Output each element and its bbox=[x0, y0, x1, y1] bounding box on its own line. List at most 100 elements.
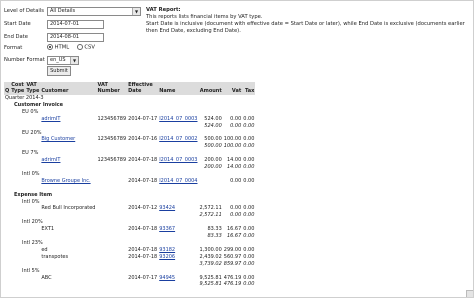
vat-cell: 16.67 bbox=[226, 226, 242, 233]
table-row: transpotes 2014-07-18 93206 2,439.02 560.97 0… bbox=[4, 254, 255, 261]
amount-cell: 500.00 bbox=[204, 136, 222, 143]
empty-cell bbox=[158, 212, 198, 219]
tax-cell: 0.00 bbox=[243, 177, 255, 184]
cost-type-cell bbox=[10, 254, 25, 261]
table-row: Intl 23% bbox=[4, 240, 255, 247]
column-header: Cost Type bbox=[10, 82, 26, 95]
empty-cell bbox=[158, 143, 198, 150]
format-label: Format bbox=[4, 45, 23, 51]
document-link[interactable]: 93424 bbox=[158, 205, 198, 212]
column-header: VAT Type bbox=[25, 82, 41, 95]
level-of-details-label: Level of Details bbox=[4, 8, 44, 14]
table-row: Quarter 2014-3 bbox=[4, 95, 255, 102]
subtotal-amount: 500.00 bbox=[204, 143, 222, 150]
customer-cell[interactable]: Big Customer bbox=[40, 136, 96, 143]
format-csv-label: CSV bbox=[84, 44, 95, 51]
empty-cell bbox=[127, 164, 158, 171]
tax-cell: 0.00 bbox=[243, 253, 255, 260]
vat-report-table: Q Cost Type VAT Type Customer VAT Number Effe… bbox=[4, 82, 256, 288]
tax-cell: 0.00 bbox=[243, 246, 255, 253]
start-date-input[interactable]: 2014-07-01 bbox=[47, 20, 104, 29]
document-link[interactable]: 93367 bbox=[158, 226, 198, 233]
empty-cell bbox=[25, 143, 40, 150]
table-row: Intl 0% bbox=[4, 171, 255, 178]
number-format-label: Number Format bbox=[4, 57, 45, 63]
empty-cell bbox=[127, 261, 158, 268]
vat-type-cell bbox=[25, 157, 40, 164]
customer-cell[interactable]: adrimIT bbox=[40, 116, 96, 123]
empty-cell bbox=[40, 164, 96, 171]
amount-cell bbox=[199, 178, 223, 185]
column-header: Vat bbox=[222, 82, 243, 95]
effective-date-cell: 2014-07-18 bbox=[128, 226, 158, 233]
customer-cell[interactable]: Browne Groupe Inc. bbox=[40, 178, 96, 185]
vat-cell: 476.19 bbox=[223, 274, 242, 281]
level-of-details-value: All Details bbox=[50, 8, 76, 14]
vat-number-cell bbox=[97, 254, 128, 261]
vat-type-group-label: Intl 23% bbox=[22, 240, 43, 247]
end-date-input[interactable]: 2014-08-01 bbox=[47, 33, 104, 42]
table-row: EU 0% bbox=[4, 109, 255, 116]
scrollbar-corner[interactable] bbox=[466, 290, 473, 297]
empty-cell bbox=[10, 143, 25, 150]
amount-cell: 83.33 bbox=[207, 226, 222, 233]
empty-cell bbox=[127, 143, 158, 150]
level-of-details-select[interactable]: All Details ▼ bbox=[47, 7, 141, 16]
cost-type-group-label: Expense Item bbox=[14, 191, 53, 198]
subtotal-tax: 0.00 bbox=[243, 164, 255, 171]
column-header: VAT Number bbox=[96, 82, 128, 95]
amount-cell: 2,439.02 bbox=[199, 253, 222, 260]
amount-cell: 1,300.00 bbox=[199, 246, 222, 253]
table-row: Customer Invoice bbox=[4, 102, 255, 109]
empty-cell bbox=[158, 233, 198, 240]
subtotal-tax: 0.00 bbox=[243, 233, 255, 240]
vat-type-cell bbox=[25, 254, 40, 261]
vat-cell: 560.97 bbox=[223, 253, 242, 260]
vat-type-group-label: Intl 20% bbox=[22, 219, 43, 226]
tax-cell: 0.00 bbox=[243, 115, 255, 122]
empty-cell bbox=[10, 233, 25, 240]
vat-number-cell bbox=[97, 226, 128, 233]
document-link[interactable]: I2014_07_0003 bbox=[158, 116, 198, 123]
cost-type-cell bbox=[10, 178, 25, 185]
table-row: Browne Groupe Inc. 2014-07-18 I2014_07_000… bbox=[4, 178, 255, 185]
report-description: VAT Report: This reports lists financial… bbox=[146, 7, 471, 35]
subtotal-amount: 83.33 bbox=[207, 233, 222, 240]
report-line-1: This reports lists financial items by VA… bbox=[146, 14, 263, 20]
document-link[interactable]: 93206 bbox=[158, 254, 198, 261]
subtotal-tax: 0.00 bbox=[243, 260, 255, 267]
empty-cell bbox=[40, 212, 96, 219]
table-row: 500.00 100.00 0.00 bbox=[4, 143, 255, 150]
table-row: 3,739.02 859.97 0.00 bbox=[4, 261, 255, 268]
subtotal-amount: 9,525.81 bbox=[199, 281, 222, 288]
spacer-row bbox=[4, 185, 255, 192]
subtotal-vat: 0.00 bbox=[230, 212, 242, 219]
submit-button[interactable]: Submit bbox=[47, 66, 71, 76]
document-link[interactable]: I2014_07_0003 bbox=[158, 157, 198, 164]
subtotal-vat: 100.00 bbox=[223, 143, 242, 150]
document-link[interactable]: 93182 bbox=[158, 247, 198, 254]
vat-type-cell bbox=[25, 136, 40, 143]
empty-cell bbox=[158, 123, 198, 130]
table-row: EU 7% bbox=[4, 150, 255, 157]
format-csv-radio[interactable] bbox=[76, 44, 83, 50]
customer-cell: Red Bull Incorporated bbox=[41, 205, 96, 212]
customer-cell: ed bbox=[41, 246, 48, 253]
vat-cell: 0.00 bbox=[230, 115, 242, 122]
document-link[interactable]: 94945 bbox=[158, 275, 198, 282]
format-html-radio[interactable] bbox=[47, 44, 53, 50]
document-link[interactable]: I2014_07_0004 bbox=[158, 178, 198, 185]
table-row: EXT1 2014-07-18 93367 83.33 16.67 0.00 bbox=[4, 226, 255, 233]
table-row: adrimIT 123456789 2014-07-18 I2014_07_0003 2… bbox=[4, 157, 255, 164]
chevron-down-icon: ▼ bbox=[132, 8, 140, 15]
customer-cell[interactable]: adrimIT bbox=[40, 157, 96, 164]
number-format-value: en_US bbox=[50, 57, 66, 63]
table-row: Intl 20% bbox=[4, 219, 255, 226]
document-link[interactable]: I2014_07_0002 bbox=[158, 136, 198, 143]
empty-cell bbox=[40, 123, 96, 130]
cost-type-cell bbox=[10, 226, 25, 233]
tax-cell: 0.00 bbox=[243, 157, 255, 164]
number-format-select[interactable]: en_US ▼ bbox=[47, 56, 79, 65]
amount-cell: 9,525.81 bbox=[199, 274, 222, 281]
empty-cell bbox=[25, 281, 40, 288]
